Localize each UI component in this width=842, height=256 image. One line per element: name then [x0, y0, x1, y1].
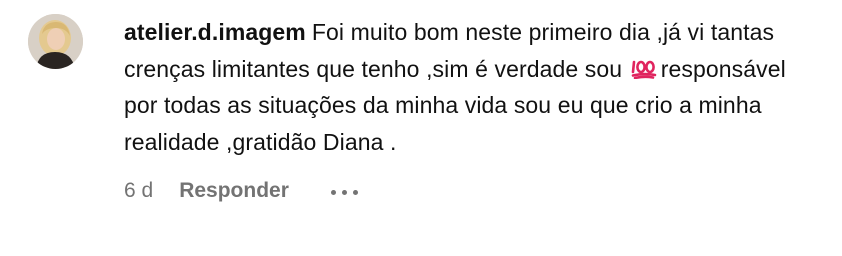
more-dot	[352, 189, 358, 195]
comment-body: atelier.d.imagem Foi muito bom neste prim…	[124, 14, 824, 203]
more-dot	[330, 189, 336, 195]
comment-meta: 6 d Responder	[124, 179, 824, 203]
avatar-image	[28, 14, 83, 69]
avatar[interactable]	[28, 14, 83, 69]
hundred-points-icon	[631, 60, 657, 79]
more-options-icon[interactable]	[330, 188, 358, 195]
comment-text: atelier.d.imagem Foi muito bom neste prim…	[124, 14, 824, 160]
comment: atelier.d.imagem Foi muito bom neste prim…	[28, 14, 828, 203]
comment-time[interactable]: 6 d	[124, 179, 153, 203]
username-link[interactable]: atelier.d.imagem	[124, 19, 306, 45]
more-dot	[341, 189, 347, 195]
reply-button[interactable]: Responder	[179, 179, 289, 203]
